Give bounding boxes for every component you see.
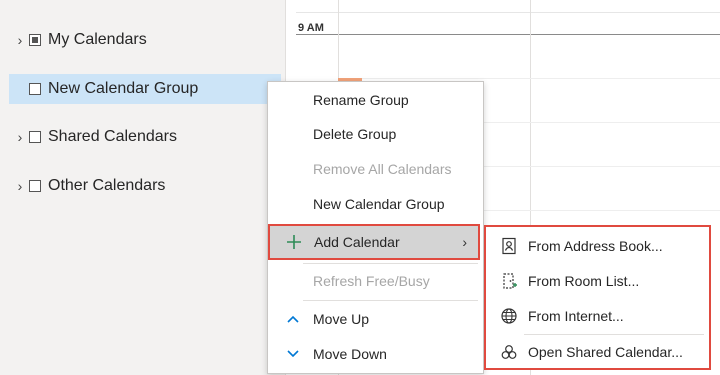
submenu-item-from-room-list[interactable]: From Room List... [486,264,709,298]
menu-item-label: New Calendar Group [313,196,445,212]
chevron-right-icon[interactable]: › [13,178,27,194]
group-checkbox[interactable] [29,34,41,46]
group-new-calendar-group[interactable]: New Calendar Group [9,74,281,104]
submenu-item-label: From Address Book... [528,238,663,254]
menu-item-move-up[interactable]: Move Up [268,302,483,336]
time-label-9am: 9 AM [298,22,324,34]
address-book-icon [499,236,519,256]
submenu-item-label: From Room List... [528,273,640,289]
group-label: Shared Calendars [48,128,177,145]
menu-item-label: Delete Group [313,126,397,142]
submenu-item-from-internet[interactable]: From Internet... [486,299,709,333]
chevron-right-icon: › [462,234,467,250]
group-checkbox[interactable] [29,83,41,95]
globe-icon [499,306,519,326]
menu-item-label: Refresh Free/Busy [313,273,430,289]
grid-line [296,12,720,13]
group-shared-calendars[interactable]: › Shared Calendars [0,122,285,152]
group-checkbox[interactable] [29,180,41,192]
group-my-calendars[interactable]: › My Calendars [0,25,285,55]
chevron-down-icon [284,345,302,363]
menu-item-label: Rename Group [313,92,409,108]
menu-item-add-calendar[interactable]: Add Calendar › [268,224,480,260]
menu-item-new-calendar-group[interactable]: New Calendar Group [268,187,483,221]
menu-item-label: Move Up [313,311,370,327]
chevron-right-icon[interactable]: › [13,129,27,145]
plus-icon [285,233,303,251]
submenu-item-label: From Internet... [528,308,624,324]
group-context-menu: Rename Group Delete Group Remove All Cal… [267,81,484,374]
group-label: New Calendar Group [48,80,199,97]
group-checkbox[interactable] [29,131,41,143]
submenu-item-from-address-book[interactable]: From Address Book... [486,229,709,263]
menu-item-rename-group[interactable]: Rename Group [268,83,483,117]
menu-separator [303,300,478,301]
menu-item-label: Move Down [313,346,387,362]
menu-item-label: Add Calendar [314,234,400,250]
group-label: My Calendars [48,31,147,48]
menu-item-move-down[interactable]: Move Down [268,337,483,371]
submenu-item-open-shared-calendar[interactable]: Open Shared Calendar... [486,335,709,369]
submenu-item-label: Open Shared Calendar... [528,344,683,360]
chevron-right-icon[interactable]: › [13,32,27,48]
menu-item-refresh-free-busy: Refresh Free/Busy [268,264,483,298]
chevron-up-icon [284,310,302,328]
room-list-icon [499,271,519,291]
menu-item-label: Remove All Calendars [313,161,452,177]
menu-item-delete-group[interactable]: Delete Group [268,117,483,151]
shared-calendar-icon [499,342,519,362]
menu-item-remove-all-calendars: Remove All Calendars [268,152,483,186]
calendar-navigation-pane: › My Calendars New Calendar Group › Shar… [0,0,286,375]
group-other-calendars[interactable]: › Other Calendars [0,171,285,201]
add-calendar-submenu: From Address Book... From Room List... F… [484,225,711,370]
group-label: Other Calendars [48,177,166,194]
